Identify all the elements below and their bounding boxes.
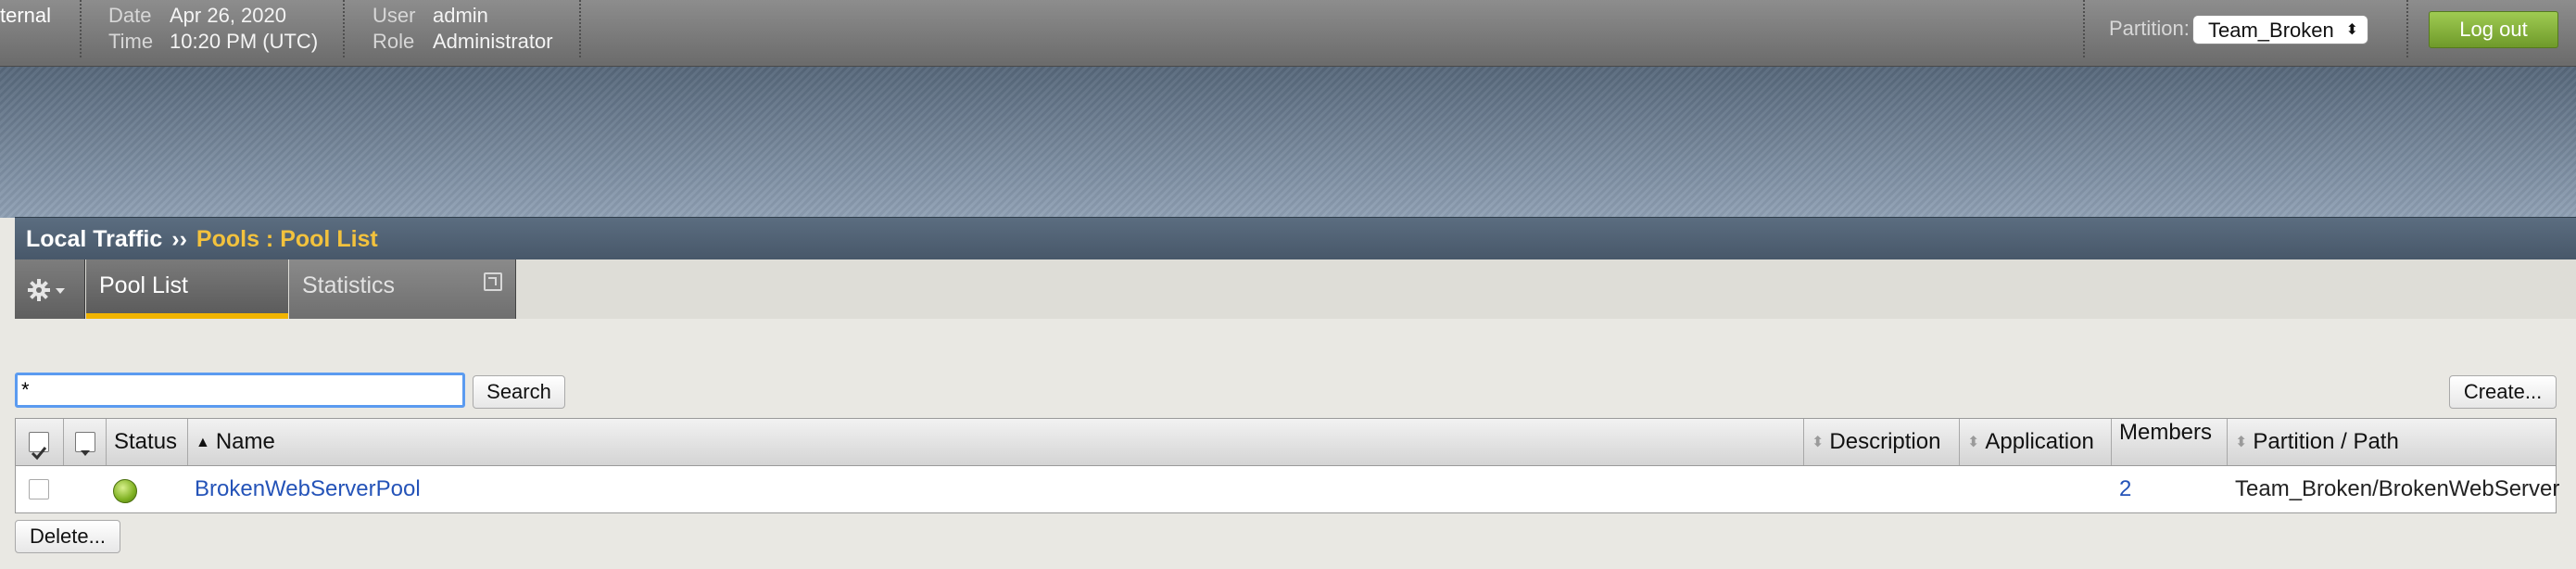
select-arrows-icon: ⬍ (2345, 22, 2358, 38)
date-value: Apr 26, 2020 (170, 4, 286, 27)
settings-menu-button[interactable] (15, 259, 85, 319)
row-filter-header (64, 419, 107, 465)
date-label: Date (108, 4, 152, 27)
delete-button[interactable]: Delete... (15, 520, 120, 553)
column-description-label: Description (1829, 429, 1941, 454)
breadcrumb-current: Pools : Pool List (196, 226, 378, 252)
partition-select[interactable]: Team_Broken ⬍ (2192, 15, 2368, 44)
column-partition-path[interactable]: ⬍ Partition / Path (2228, 419, 2556, 465)
tab-statistics[interactable]: Statistics (289, 259, 516, 319)
divider (579, 0, 582, 57)
checkmark-icon (31, 447, 47, 461)
divider (2083, 0, 2086, 57)
create-button[interactable]: Create... (2449, 375, 2557, 409)
column-description[interactable]: ⬍ Description (1804, 419, 1960, 465)
pool-table: Status ▲ Name ⬍ Description ⬍ Application M… (15, 418, 2560, 513)
top-banner: ternal Date Apr 26, 2020 Time 10:20 PM (… (0, 0, 2576, 67)
time-value: 10:20 PM (UTC) (170, 30, 319, 53)
table-row: BrokenWebServerPool 2 Team_Broken/Broken… (16, 466, 2560, 512)
column-application[interactable]: ⬍ Application (1960, 419, 2112, 465)
search-button[interactable]: Search (473, 375, 565, 409)
status-available-icon (113, 479, 137, 503)
gear-icon (28, 279, 65, 301)
user-label: User (373, 4, 416, 27)
sort-icon: ⬍ (1967, 435, 1980, 450)
partition-path: Team_Broken/BrokenWebServer (2235, 476, 2560, 501)
divider (343, 0, 346, 57)
chevron-down-icon (81, 450, 90, 456)
partition-label: Partition: (2109, 17, 2190, 40)
divider (80, 0, 82, 57)
external-link-icon[interactable] (484, 272, 502, 291)
logout-button[interactable]: Log out (2429, 11, 2558, 48)
column-application-label: Application (1985, 429, 2094, 454)
column-partition-path-label: Partition / Path (2253, 429, 2399, 454)
banner-band (0, 67, 2576, 218)
column-name[interactable]: ▲ Name (188, 419, 1804, 465)
breadcrumb-separator: ›› (171, 226, 187, 252)
column-status[interactable]: Status (107, 419, 188, 465)
members-count-link[interactable]: 2 (2119, 466, 2131, 512)
app-name: ternal (0, 4, 52, 27)
select-all-checkbox[interactable] (29, 432, 49, 461)
chevron-down-icon (56, 288, 65, 294)
sort-ascending-icon: ▲ (196, 435, 210, 450)
role-value: Administrator (433, 30, 553, 53)
select-all-header (16, 419, 64, 465)
pool-name-link[interactable]: BrokenWebServerPool (195, 466, 421, 512)
user-value: admin (433, 4, 488, 27)
role-label: Role (373, 30, 415, 53)
partition-selected-value: Team_Broken (2208, 19, 2334, 42)
tab-pool-list[interactable]: Pool List (86, 259, 288, 319)
row-checkbox[interactable] (29, 479, 49, 499)
filter-dropdown[interactable] (75, 432, 95, 456)
sort-icon: ⬍ (2235, 435, 2248, 450)
tab-statistics-label: Statistics (302, 272, 396, 298)
sort-icon: ⬍ (1812, 435, 1825, 450)
time-label: Time (108, 30, 154, 53)
column-name-label: Name (215, 429, 275, 454)
table-header: Status ▲ Name ⬍ Description ⬍ Application M… (16, 419, 2556, 466)
breadcrumb-section[interactable]: Local Traffic (26, 226, 162, 252)
search-input[interactable] (15, 373, 465, 408)
divider (2406, 0, 2409, 57)
column-members[interactable]: Members (2112, 419, 2228, 465)
breadcrumb: Local Traffic ›› Pools : Pool List (15, 217, 2576, 261)
